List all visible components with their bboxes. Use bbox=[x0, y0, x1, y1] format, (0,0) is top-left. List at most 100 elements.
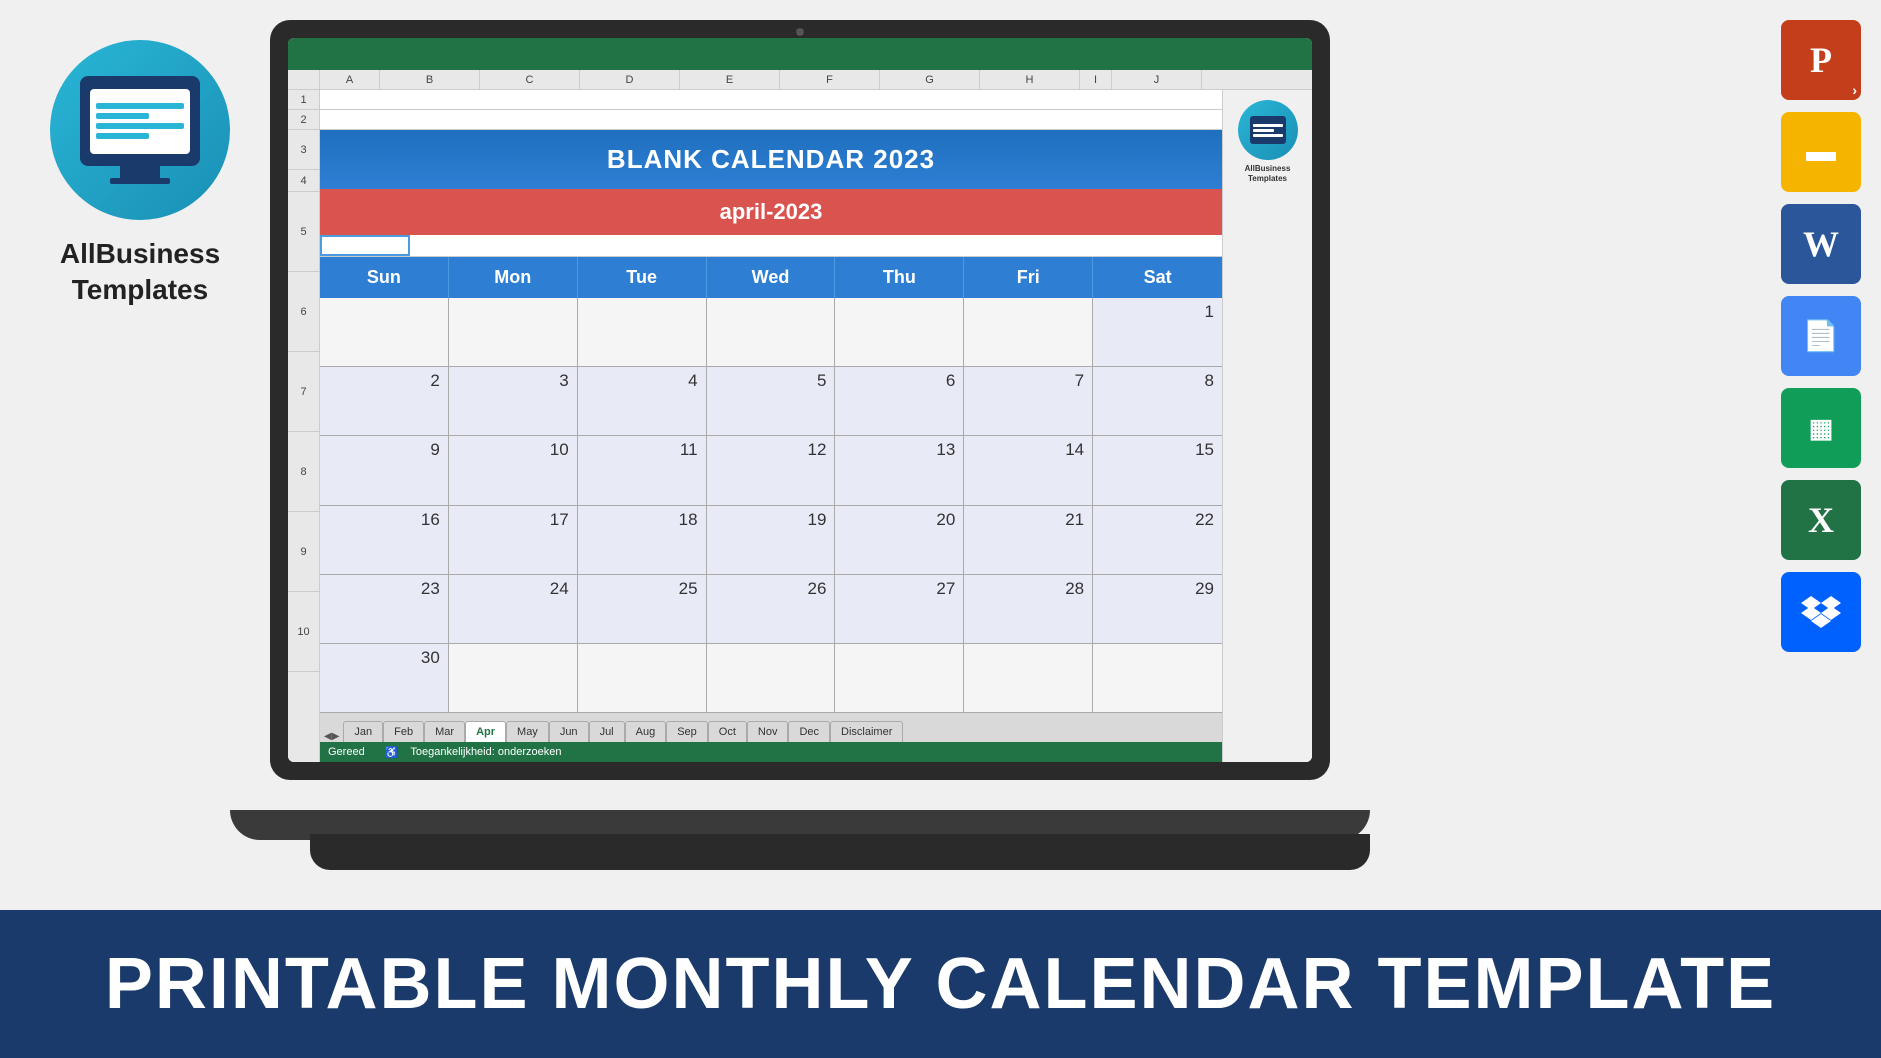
cell-w6-fri bbox=[964, 644, 1093, 712]
brand-name-text: AllBusiness Templates bbox=[60, 236, 220, 309]
cell-21: 21 bbox=[964, 506, 1093, 574]
row-4: 4 bbox=[288, 170, 319, 192]
cell-25: 25 bbox=[578, 575, 707, 643]
cell-9: 9 bbox=[320, 436, 449, 504]
tab-apr[interactable]: Apr bbox=[465, 721, 506, 742]
cell-w1-mon bbox=[449, 298, 578, 366]
week-2: 2 3 4 5 6 7 8 bbox=[320, 367, 1222, 436]
row-9: 9 bbox=[288, 512, 319, 592]
bottom-banner-text: PRINTABLE MONTHLY CALENDAR TEMPLATE bbox=[105, 943, 1776, 1025]
column-headers: A B C D E F G H I J bbox=[288, 70, 1312, 90]
cell-2: 2 bbox=[320, 367, 449, 435]
col-d: D bbox=[580, 70, 680, 89]
cell-5: 5 bbox=[707, 367, 836, 435]
cell-6: 6 bbox=[835, 367, 964, 435]
cell-19: 19 bbox=[707, 506, 836, 574]
cell-8: 8 bbox=[1093, 367, 1222, 435]
col-c: C bbox=[480, 70, 580, 89]
laptop-icon bbox=[80, 76, 200, 166]
tab-may[interactable]: May bbox=[506, 721, 549, 742]
cell-26: 26 bbox=[707, 575, 836, 643]
cell-11: 11 bbox=[578, 436, 707, 504]
cell-w1-fri bbox=[964, 298, 1093, 366]
row-8: 8 bbox=[288, 432, 319, 512]
tab-feb[interactable]: Feb bbox=[383, 721, 424, 742]
laptop-bezel: A B C D E F G H I J 1 2 bbox=[270, 20, 1330, 780]
tab-jan[interactable]: Jan bbox=[343, 721, 383, 742]
tab-oct[interactable]: Oct bbox=[708, 721, 747, 742]
cell-16: 16 bbox=[320, 506, 449, 574]
tab-sep[interactable]: Sep bbox=[666, 721, 708, 742]
row-3: 3 bbox=[288, 130, 319, 170]
cell-30: 30 bbox=[320, 644, 449, 712]
tab-nov[interactable]: Nov bbox=[747, 721, 789, 742]
tab-aug[interactable]: Aug bbox=[625, 721, 667, 742]
row-5: 5 bbox=[288, 192, 319, 272]
calendar-month-label: april-2023 bbox=[320, 189, 1222, 235]
tab-jun[interactable]: Jun bbox=[549, 721, 589, 742]
bottom-banner: PRINTABLE MONTHLY CALENDAR TEMPLATE bbox=[0, 910, 1881, 1058]
header-fri: Fri bbox=[964, 257, 1093, 298]
cell-4: 4 bbox=[578, 367, 707, 435]
excel-right-panel: AllBusinessTemplates bbox=[1222, 90, 1312, 762]
cell-28: 28 bbox=[964, 575, 1093, 643]
cell-29: 29 bbox=[1093, 575, 1222, 643]
col-a: A bbox=[320, 70, 380, 89]
excel-status-bar: Gereed ♿ Toegankelijkheid: onderzoeken bbox=[320, 742, 1222, 762]
col-h: H bbox=[980, 70, 1080, 89]
row-7: 7 bbox=[288, 352, 319, 432]
tab-dec[interactable]: Dec bbox=[788, 721, 830, 742]
day-headers-row: Sun Mon Tue Wed Thu Fri Sat bbox=[320, 257, 1222, 298]
header-thu: Thu bbox=[835, 257, 964, 298]
cell-13: 13 bbox=[835, 436, 964, 504]
calendar-main-title: BLANK CALENDAR 2023 bbox=[320, 130, 1222, 189]
cell-12: 12 bbox=[707, 436, 836, 504]
dropbox-icon[interactable] bbox=[1781, 572, 1861, 652]
word-icon[interactable]: W bbox=[1781, 204, 1861, 284]
tab-mar[interactable]: Mar bbox=[424, 721, 465, 742]
powerpoint-icon[interactable]: P › bbox=[1781, 20, 1861, 100]
row-6: 6 bbox=[288, 272, 319, 352]
brand-section: AllBusiness Templates bbox=[20, 40, 260, 309]
week-4: 16 17 18 19 20 21 22 bbox=[320, 506, 1222, 575]
corner-cell bbox=[288, 70, 320, 89]
cell-w1-tue bbox=[578, 298, 707, 366]
blank-row-2 bbox=[320, 110, 1222, 130]
cell-23: 23 bbox=[320, 575, 449, 643]
cell-3: 3 bbox=[449, 367, 578, 435]
google-docs-icon[interactable]: 📄 bbox=[1781, 296, 1861, 376]
header-sat: Sat bbox=[1093, 257, 1222, 298]
cell-15: 15 bbox=[1093, 436, 1222, 504]
sheet-tabs-bar: ◀ ▶ Jan Feb Mar Apr May Jun Jul Aug Sep bbox=[320, 712, 1222, 742]
google-sheets-icon[interactable]: ▦ bbox=[1781, 388, 1861, 468]
excel-main-content: 1 2 3 4 5 6 7 8 9 10 bbox=[288, 90, 1312, 762]
accessibility-icon: ♿ bbox=[385, 746, 399, 759]
col-f: F bbox=[780, 70, 880, 89]
week-3: 9 10 11 12 13 14 15 bbox=[320, 436, 1222, 505]
laptop-foot bbox=[310, 834, 1370, 870]
cell-20: 20 bbox=[835, 506, 964, 574]
tab-jul[interactable]: Jul bbox=[589, 721, 625, 742]
excel-ribbon bbox=[288, 38, 1312, 70]
brand-logo-circle bbox=[50, 40, 230, 220]
excel-icon[interactable]: X bbox=[1781, 480, 1861, 560]
row-10: 10 bbox=[288, 592, 319, 672]
empty-row-4 bbox=[320, 235, 1222, 257]
cell-7: 7 bbox=[964, 367, 1093, 435]
right-app-icons: P › ▬ W 📄 ▦ X bbox=[1781, 20, 1861, 652]
google-slides-icon[interactable]: ▬ bbox=[1781, 112, 1861, 192]
week-1: 1 bbox=[320, 298, 1222, 367]
cell-24: 24 bbox=[449, 575, 578, 643]
row-numbers: 1 2 3 4 5 6 7 8 9 10 bbox=[288, 90, 320, 762]
cell-18: 18 bbox=[578, 506, 707, 574]
tab-nav-arrows[interactable]: ◀ ▶ bbox=[324, 731, 339, 742]
col-e: E bbox=[680, 70, 780, 89]
header-wed: Wed bbox=[707, 257, 836, 298]
excel-app: A B C D E F G H I J 1 2 bbox=[288, 38, 1312, 762]
header-sun: Sun bbox=[320, 257, 449, 298]
cell-w6-sat bbox=[1093, 644, 1222, 712]
tab-disclaimer[interactable]: Disclaimer bbox=[830, 721, 903, 742]
cell-14: 14 bbox=[964, 436, 1093, 504]
row-1: 1 bbox=[288, 90, 319, 110]
cell-w6-thu bbox=[835, 644, 964, 712]
